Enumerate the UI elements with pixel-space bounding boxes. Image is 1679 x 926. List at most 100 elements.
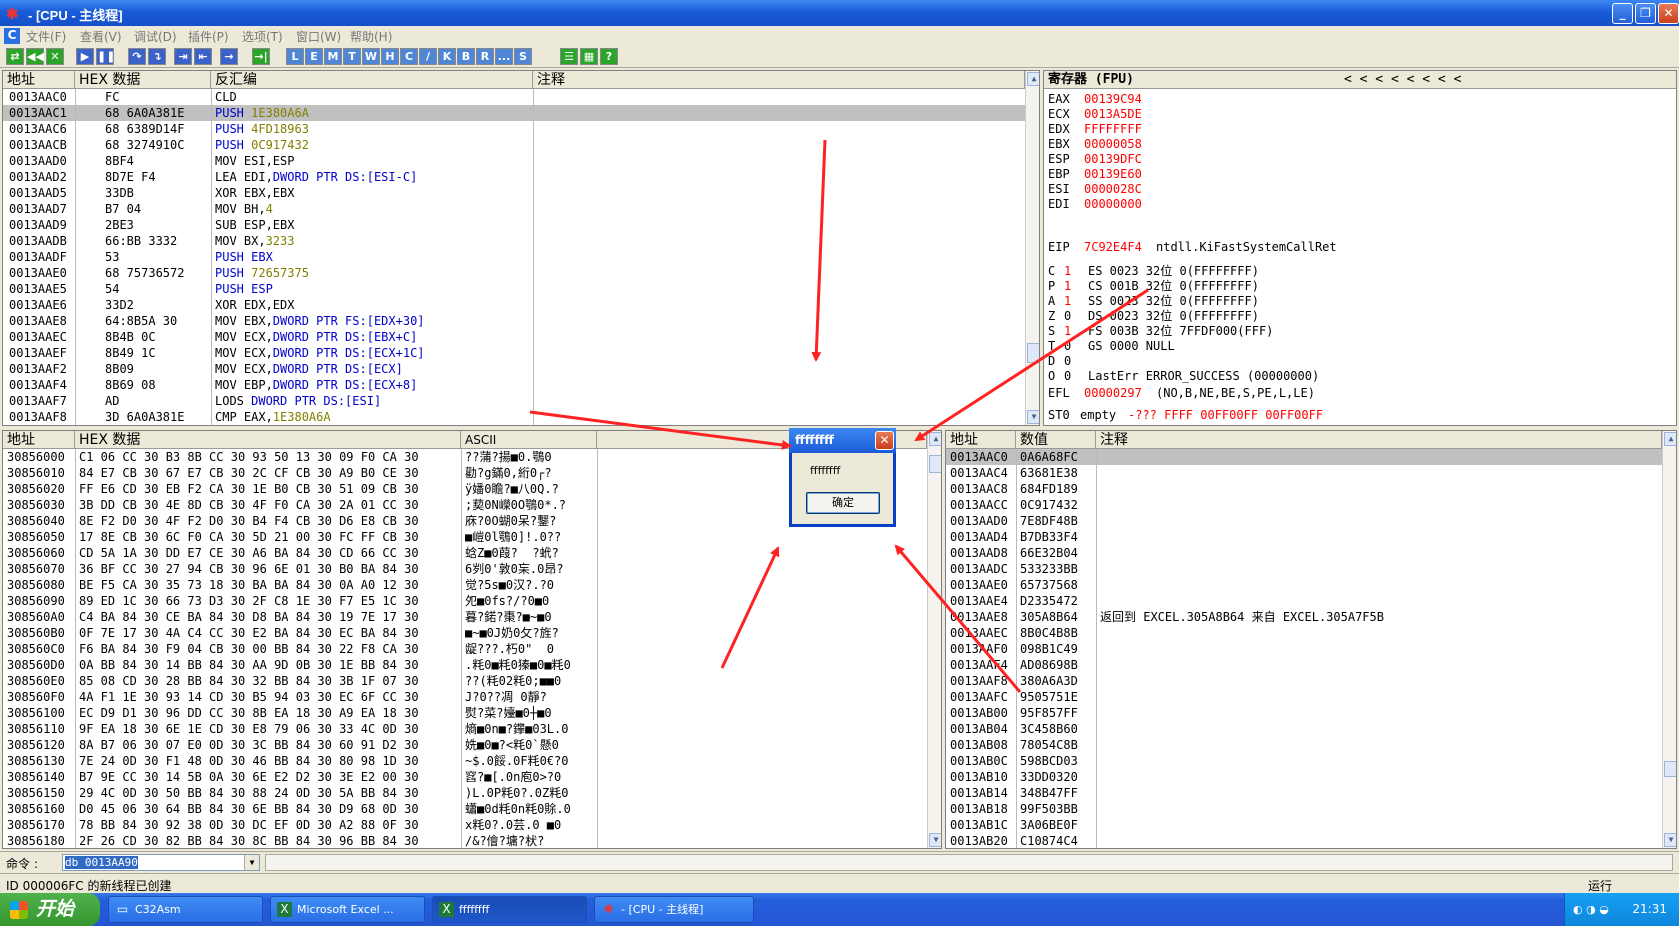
scroll-thumb[interactable] bbox=[1664, 761, 1676, 777]
toolbar-window-b-button[interactable]: B bbox=[457, 48, 475, 65]
menu-debug[interactable]: 调试(D) bbox=[134, 28, 177, 45]
toolbar-window-slash-button[interactable]: / bbox=[419, 48, 437, 65]
dump-row[interactable]: 308560D0 0A BB 84 30 14 BB 84 30 AA 9D 0B… bbox=[3, 657, 941, 673]
scroll-down-arrow-icon[interactable]: ▼ bbox=[929, 833, 941, 847]
menu-view[interactable]: 查看(V) bbox=[80, 28, 122, 45]
scroll-thumb[interactable] bbox=[929, 455, 941, 473]
disasm-row[interactable]: 0013AAD7 B7 04 MOV BH,4 bbox=[3, 201, 1039, 217]
toolbar-step-over-button[interactable]: ↴ bbox=[148, 48, 166, 65]
menu-help[interactable]: 帮助(H) bbox=[350, 28, 392, 45]
stack-row[interactable]: 0013AB20 C10874C4 bbox=[946, 833, 1676, 848]
toolbar-open-button[interactable]: ⇄ bbox=[6, 48, 24, 65]
toolbar-window-m-button[interactable]: M bbox=[324, 48, 342, 65]
dump-row[interactable]: 30856090 89 ED 1C 30 66 73 D3 30 2F C8 1E… bbox=[3, 593, 941, 609]
register-eip-row[interactable]: EIP 7C92E4F4 ntdll.KiFastSystemCallRet bbox=[1044, 239, 1676, 255]
stack-row[interactable]: 0013AAC0 0A6A68FC bbox=[946, 449, 1676, 465]
dump-row[interactable]: 308560A0 C4 BA 84 30 CE BA 84 30 D8 BA 84… bbox=[3, 609, 941, 625]
stack-row[interactable]: 0013AB10 33DD0320 bbox=[946, 769, 1676, 785]
stack-col-value[interactable]: 数值 bbox=[1016, 431, 1096, 449]
disasm-scrollbar[interactable]: ▲ ▼ bbox=[1025, 71, 1039, 425]
dump-row[interactable]: 30856080 BE F5 CA 30 35 73 18 30 BA BA 84… bbox=[3, 577, 941, 593]
command-input[interactable]: db 0013AA90 bbox=[65, 856, 138, 869]
register-row[interactable]: ESP 00139DFC bbox=[1044, 151, 1676, 167]
register-row[interactable]: EBX 00000058 bbox=[1044, 136, 1676, 152]
stack-scrollbar[interactable]: ▲ ▼ bbox=[1662, 431, 1676, 848]
disasm-row[interactable]: 0013AAEC 8B4B 0C MOV ECX,DWORD PTR DS:[EBX… bbox=[3, 329, 1039, 345]
registers-header[interactable]: 寄存器 (FPU) < < < < < < < < bbox=[1044, 71, 1676, 89]
toolbar-list-button[interactable]: ☰ bbox=[560, 48, 578, 65]
register-row[interactable]: EBP 00139E60 bbox=[1044, 166, 1676, 182]
scroll-up-arrow-icon[interactable]: ▲ bbox=[1664, 432, 1676, 446]
disasm-row[interactable]: 0013AAF2 8B09 MOV ECX,DWORD PTR DS:[ECX] bbox=[3, 361, 1039, 377]
flag-row[interactable]: P 1 CS 001B 32位 0(FFFFFFFF) bbox=[1044, 278, 1676, 294]
disasm-row[interactable]: 0013AAEF 8B49 1C MOV ECX,DWORD PTR DS:[ECX… bbox=[3, 345, 1039, 361]
dump-row[interactable]: 308560C0 F6 BA 84 30 F9 04 CB 30 00 BB 84… bbox=[3, 641, 941, 657]
stack-row[interactable]: 0013AAD0 7E8DF48B bbox=[946, 513, 1676, 529]
stack-row[interactable]: 0013AB00 95F857FF bbox=[946, 705, 1676, 721]
dialog-titlebar[interactable]: ffffffff ✕ bbox=[789, 428, 896, 453]
flag-row[interactable]: O 0 LastErr ERROR_SUCCESS (00000000) bbox=[1044, 368, 1676, 384]
disasm-col-disassembly[interactable]: 反汇编 bbox=[211, 71, 533, 89]
task-c32asm[interactable]: ▭ C32Asm bbox=[108, 896, 263, 923]
register-efl-row[interactable]: EFL 00000297 (NO,B,NE,BE,S,PE,L,LE) bbox=[1044, 385, 1676, 401]
stack-row[interactable]: 0013AB18 99F503BB bbox=[946, 801, 1676, 817]
toolbar-window-t-button[interactable]: T bbox=[343, 48, 361, 65]
dump-row[interactable]: 30856150 29 4C 0D 30 50 BB 84 30 88 24 0D… bbox=[3, 785, 941, 801]
stack-row[interactable]: 0013AAF8 380A6A3D bbox=[946, 673, 1676, 689]
start-button[interactable]: 开始 bbox=[0, 893, 100, 926]
disasm-row[interactable]: 0013AAF8 3D 6A0A381E CMP EAX,1E380A6A bbox=[3, 409, 1039, 425]
scroll-down-arrow-icon[interactable]: ▼ bbox=[1027, 410, 1039, 424]
disasm-row[interactable]: 0013AAE8 64:8B5A 30 MOV EBX,DWORD PTR FS:[… bbox=[3, 313, 1039, 329]
disasm-col-hex[interactable]: HEX 数据 bbox=[75, 71, 211, 89]
stack-col-comment[interactable]: 注释 bbox=[1096, 431, 1662, 449]
disasm-row[interactable]: 0013AAE6 33D2 XOR EDX,EDX bbox=[3, 297, 1039, 313]
disasm-row[interactable]: 0013AAD5 33DB XOR EBX,EBX bbox=[3, 185, 1039, 201]
flag-row[interactable]: D0 bbox=[1044, 353, 1676, 369]
toolbar-pause-button[interactable]: ❚❚ bbox=[96, 48, 115, 65]
dump-row[interactable]: 30856070 36 BF CC 30 27 94 CB 30 96 6E 01… bbox=[3, 561, 941, 577]
toolbar-execute-till-return-button[interactable]: → bbox=[220, 48, 238, 65]
dump-row[interactable]: 308560E0 85 08 CD 30 28 BB 84 30 32 BB 84… bbox=[3, 673, 941, 689]
register-row[interactable]: EAX 00139C94 bbox=[1044, 91, 1676, 107]
minimize-button[interactable]: _ bbox=[1612, 3, 1633, 24]
dropdown-arrow-icon[interactable]: ▼ bbox=[244, 855, 259, 870]
child-window-icon[interactable]: C bbox=[4, 28, 20, 44]
dump-scrollbar[interactable]: ▲ ▼ bbox=[927, 431, 941, 848]
dump-row[interactable]: 30856160 D0 45 06 30 64 BB 84 30 6E BB 84… bbox=[3, 801, 941, 817]
task-ffffffff[interactable]: Xffffffff bbox=[432, 896, 587, 923]
disasm-row[interactable]: 0013AAC1 68 6A0A381E PUSH 1E380A6A bbox=[3, 105, 1039, 121]
disasm-row[interactable]: 0013AAD2 8D7E F4 LEA EDI,DWORD PTR DS:[ESI… bbox=[3, 169, 1039, 185]
stack-row[interactable]: 0013AAC4 63681E38 bbox=[946, 465, 1676, 481]
flag-row[interactable]: C 1 ES 0023 32位 0(FFFFFFFF) bbox=[1044, 263, 1676, 279]
toolbar-window-s-button[interactable]: S bbox=[514, 48, 532, 65]
stack-row[interactable]: 0013AB1C 3A06BE0F bbox=[946, 817, 1676, 833]
toolbar-window-r-button[interactable]: R bbox=[476, 48, 494, 65]
disasm-row[interactable]: 0013AAF7 AD LODS DWORD PTR DS:[ESI] bbox=[3, 393, 1039, 409]
stack-col-address[interactable]: 地址 bbox=[946, 431, 1016, 449]
toolbar-help-button[interactable]: ? bbox=[600, 48, 618, 65]
stack-pane[interactable]: 地址 数值 注释 0013AAC0 0A6A68FC 0013AAC4 63681E3… bbox=[945, 430, 1677, 849]
task-cpu-window[interactable]: ✱ - [CPU - 主线程] bbox=[594, 896, 754, 923]
register-row[interactable]: EDI 00000000 bbox=[1044, 196, 1676, 212]
stack-row[interactable]: 0013AB08 78054C8B bbox=[946, 737, 1676, 753]
toolbar-run-button[interactable]: ▶ bbox=[76, 48, 94, 65]
scroll-down-arrow-icon[interactable]: ▼ bbox=[1664, 833, 1676, 847]
flag-row[interactable]: A 1 SS 0023 32位 0(FFFFFFFF) bbox=[1044, 293, 1676, 309]
stack-row[interactable]: 0013AB14 348B47FF bbox=[946, 785, 1676, 801]
dump-row[interactable]: 30856120 8A B7 06 30 07 E0 0D 30 3C BB 84… bbox=[3, 737, 941, 753]
dump-row[interactable]: 30856110 9F EA 18 30 6E 1E CD 30 E8 79 06… bbox=[3, 721, 941, 737]
menu-file[interactable]: 文件(F) bbox=[26, 28, 66, 45]
disasm-row[interactable]: 0013AACB 68 3274910C PUSH 0C917432 bbox=[3, 137, 1039, 153]
stack-row[interactable]: 0013AB0C 598BCD03 bbox=[946, 753, 1676, 769]
scroll-up-arrow-icon[interactable]: ▲ bbox=[1027, 72, 1039, 86]
register-row[interactable]: ECX 0013A5DE bbox=[1044, 106, 1676, 122]
scroll-thumb[interactable] bbox=[1027, 343, 1039, 363]
registers-pane[interactable]: 寄存器 (FPU) < < < < < < < < EAX 00139C94 ECX… bbox=[1043, 70, 1677, 426]
dialog-close-button[interactable]: ✕ bbox=[875, 431, 894, 450]
flag-row[interactable]: T 0 GS 0000 NULL bbox=[1044, 338, 1676, 354]
stack-row[interactable]: 0013AB04 3C458B60 bbox=[946, 721, 1676, 737]
dump-row[interactable]: 30856180 2F 26 CD 30 82 BB 84 30 8C BB 84… bbox=[3, 833, 941, 848]
toolbar-window-w-button[interactable]: W bbox=[362, 48, 380, 65]
menu-window[interactable]: 窗口(W) bbox=[296, 28, 341, 45]
stack-row[interactable]: 0013AAF4 AD08698B bbox=[946, 657, 1676, 673]
